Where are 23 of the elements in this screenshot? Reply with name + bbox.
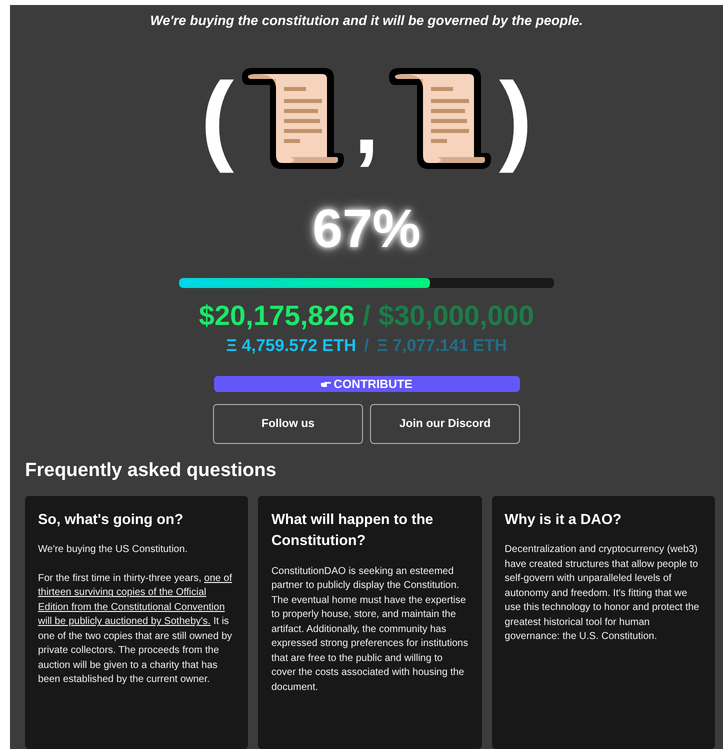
pointing-hand-icon bbox=[320, 380, 331, 388]
follow-button[interactable]: Follow us bbox=[213, 404, 363, 444]
usd-goal: $30,000,000 bbox=[378, 300, 534, 332]
closing-parenthesis: ) bbox=[499, 60, 532, 176]
tagline: We're buying the constitution and it will be governed by the people. bbox=[150, 13, 583, 28]
faq-heading: Frequently asked questions bbox=[25, 460, 276, 482]
card-paragraph: ConstitutionDAO is seeking an esteemed partner to publicly display the Constitution. The eventual home must have the expertise to properly house, store, and maintain the artifact. Additionally, the community has expressed strong preferences for institutions that are free to the public and willing to cover the costs associated with housing the document. bbox=[271, 564, 469, 694]
comma: , bbox=[354, 72, 379, 175]
opening-parenthesis: ( bbox=[200, 60, 234, 176]
card-paragraph: Decentralization and cryptocurrency (web3) have created structures that allow people to self-govern with unparalleled levels of autonomy and freedom. It's fitting that we use this technology to honor and protect the greatest historical tool for human governance: the U.S. Constitution. bbox=[504, 543, 700, 644]
contribute-button[interactable]: CONTRIBUTE bbox=[214, 376, 520, 392]
card-paragraph: For the first time in thirty-three years, one of thirteen surviving copies of the Official Edition from the Constitutional Convention will be publicly auctioned by Sotheby's. It is one of the two copies that are still owned by private collectors. The proceeds from the auction will be given to a charity that has been established by the current owner. bbox=[38, 572, 234, 688]
usd-divider: / bbox=[362, 300, 370, 332]
discord-button[interactable]: Join our Discord bbox=[370, 404, 520, 444]
card-title: Why is it a DAO? bbox=[504, 511, 622, 530]
eth-divider: / bbox=[364, 336, 369, 356]
eth-goal: Ξ 7,077.141 ETH bbox=[376, 336, 507, 356]
card-title: So, what's going on? bbox=[38, 511, 184, 530]
eth-raised: Ξ 4,759.572 ETH bbox=[226, 336, 356, 356]
card-paragraph: We're buying the US Constitution. bbox=[38, 543, 189, 558]
usd-raised: $20,175,826 bbox=[198, 300, 355, 332]
percent-raised: 67% bbox=[312, 202, 421, 256]
card-title: What will happen to the Constitution? bbox=[271, 511, 434, 552]
